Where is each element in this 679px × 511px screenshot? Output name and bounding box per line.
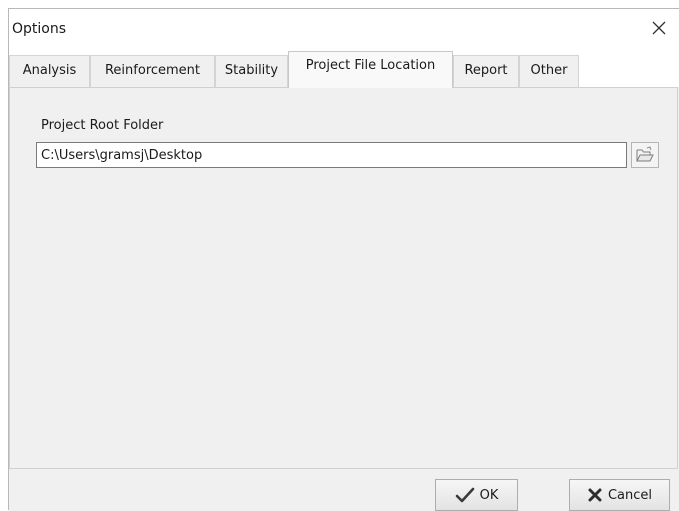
cancel-label: Cancel [607, 487, 653, 503]
title-bar: Options [9, 9, 679, 47]
ok-button[interactable]: OK [435, 479, 518, 511]
cancel-button[interactable]: Cancel [569, 479, 670, 511]
tab-strip: Analysis Reinforcement Stability Project… [9, 47, 679, 88]
tab-analysis[interactable]: Analysis [9, 55, 90, 87]
project-root-folder-label: Project Root Folder [41, 118, 164, 133]
dialog-footer: OK Cancel [9, 469, 679, 511]
tab-reinforcement[interactable]: Reinforcement [90, 55, 215, 87]
x-mark-icon [588, 488, 602, 502]
tab-panel-project-file-location: Project Root Folder [9, 87, 678, 469]
options-dialog: Options Analysis Reinforcement Stability… [8, 8, 679, 511]
close-icon [652, 21, 666, 35]
ok-label: OK [479, 487, 499, 503]
project-root-folder-input[interactable] [36, 142, 627, 168]
checkmark-icon [455, 487, 474, 503]
close-button[interactable] [639, 9, 679, 47]
window-title: Options [12, 21, 67, 37]
tab-other[interactable]: Other [519, 55, 579, 87]
tab-stability[interactable]: Stability [215, 55, 288, 87]
tab-project-file-location[interactable]: Project File Location [288, 51, 453, 88]
folder-open-icon [636, 146, 654, 162]
browse-folder-button[interactable] [631, 142, 659, 168]
tab-report[interactable]: Report [453, 55, 519, 87]
